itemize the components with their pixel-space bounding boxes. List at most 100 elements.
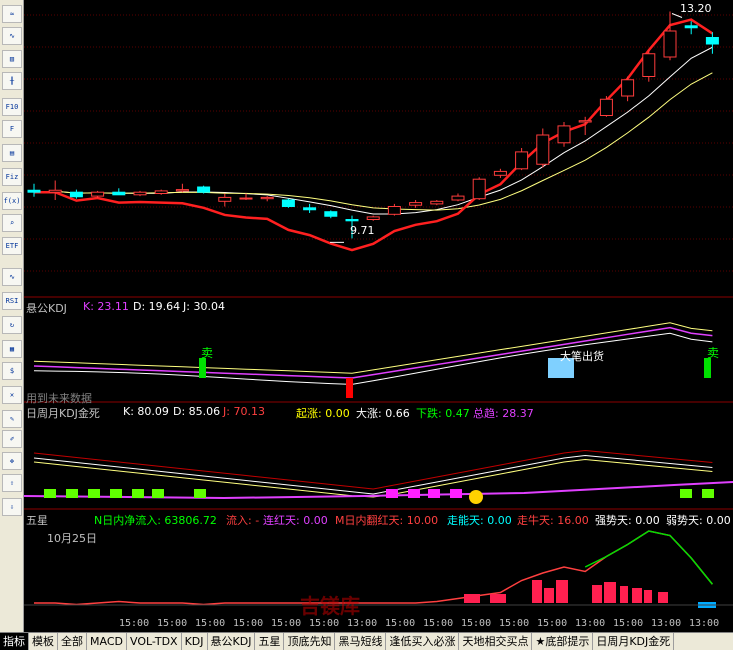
time-tick-8: 15:00 bbox=[423, 618, 453, 629]
candle-body-8 bbox=[197, 186, 211, 193]
time-tick-13: 15:00 bbox=[613, 618, 643, 629]
kdj2-green-block-3 bbox=[110, 489, 122, 498]
star-ruo-label: 弱势天: 0.00 bbox=[666, 514, 731, 527]
toolbar-chart-line-icon[interactable]: ∿ bbox=[2, 27, 22, 45]
high-price-label: 13.20 bbox=[680, 2, 712, 15]
kdj2-qz-label: 起涨: 0.00 bbox=[296, 407, 350, 420]
kdj-d-label: D: 19.64 bbox=[133, 300, 181, 313]
star-red-bar-0 bbox=[464, 594, 480, 603]
candle-body-15 bbox=[345, 219, 359, 222]
toolbar-Fiz-icon[interactable]: Fiz bbox=[2, 168, 22, 186]
toolbar-arrow-up-icon[interactable]: ⇧ bbox=[2, 474, 22, 492]
toolbar-move-icon[interactable]: ✥ bbox=[2, 452, 22, 470]
star-red-bar-7 bbox=[620, 586, 628, 603]
kdj2-green-block-7 bbox=[680, 489, 692, 498]
tab-1[interactable]: 模板 bbox=[29, 633, 58, 650]
time-tick-4: 15:00 bbox=[271, 618, 301, 629]
kdj2-title: 日周月KDJ金死 bbox=[26, 407, 100, 420]
kdj-sell-bar-1 bbox=[199, 358, 206, 378]
star-red-bar-5 bbox=[592, 585, 602, 603]
toolbar-refresh-icon[interactable]: ↻ bbox=[2, 316, 22, 334]
toolbar-chart-bars-icon[interactable]: ▥ bbox=[2, 50, 22, 68]
candle-body-1 bbox=[48, 189, 62, 193]
candle-body-16 bbox=[366, 216, 380, 220]
tab-4[interactable]: VOL-TDX bbox=[127, 633, 182, 650]
tab-9[interactable]: 黑马短线 bbox=[335, 633, 387, 650]
candle-body-17 bbox=[387, 206, 401, 215]
candle-body-22 bbox=[493, 170, 507, 176]
tab-7[interactable]: 五星 bbox=[255, 633, 285, 650]
star-red-bar-4 bbox=[556, 580, 568, 603]
kdj-d-line bbox=[33, 332, 713, 385]
candle-body-11 bbox=[260, 196, 274, 200]
kdj2-d-label: D: 85.06 bbox=[173, 405, 221, 418]
toolbar-pencil-icon[interactable]: ✐ bbox=[2, 430, 22, 448]
left-toolbar: ≈ ∿ ▥ ╫ F10 F ▤ Fiz f(x) ⌕ ETF ∿ RSI ↻ ▦ $ ✕ ✎ ✐ ✥ ⇧ ⇩ bbox=[0, 0, 24, 650]
kdj2-zq-label: 总趋: 28.37 bbox=[473, 407, 534, 420]
chart-area[interactable]: 15:00 15:00 15:00 15:00 15:00 15:00 13:00 15:00… bbox=[24, 0, 733, 632]
candle-body-30 bbox=[663, 30, 677, 58]
candle-body-9 bbox=[218, 196, 232, 202]
toolbar-F10-icon[interactable]: F10 bbox=[2, 98, 22, 116]
tab-13[interactable]: 日周月KDJ金死 bbox=[593, 633, 675, 650]
toolbar-F10-info-icon[interactable]: ▤ bbox=[2, 144, 22, 162]
toolbar-chart-curve-icon[interactable]: ≈ bbox=[2, 5, 22, 23]
kdj-bigsell-label: 大笔出货 bbox=[560, 350, 604, 363]
star-liuru-label: 流入: - bbox=[226, 514, 260, 527]
toolbar-RSI-icon[interactable]: RSI bbox=[2, 292, 22, 310]
candle-body-2 bbox=[69, 191, 83, 198]
toolbar-chart-candle-icon[interactable]: ╫ bbox=[2, 72, 22, 90]
candle-body-0 bbox=[27, 189, 41, 193]
date-label: 10月25日 bbox=[47, 532, 97, 545]
toolbar-finance-icon[interactable]: F bbox=[2, 120, 22, 138]
kdj2-dz-label: 大涨: 0.66 bbox=[356, 407, 410, 420]
toolbar-indicator-wave-icon[interactable]: ∿ bbox=[2, 268, 22, 286]
star-zouniu-label: 走牛天: 16.00 bbox=[517, 514, 589, 527]
candle-body-24 bbox=[536, 134, 550, 165]
kdj2-magenta-block-1 bbox=[408, 489, 420, 498]
kdj-sell-label-2: 卖 bbox=[707, 346, 720, 360]
toolbar-search-icon[interactable]: ⌕ bbox=[2, 214, 22, 232]
tab-8[interactable]: 顶底先知 bbox=[284, 633, 336, 650]
star-title: 五星 bbox=[26, 514, 48, 527]
kdj-sell-label-1: 卖 bbox=[201, 346, 214, 360]
toolbar-remove-icon[interactable]: ✕ bbox=[2, 386, 22, 404]
kdj2-green-block-6 bbox=[194, 489, 206, 498]
kdj2-green-block-1 bbox=[66, 489, 78, 498]
kdj-k-line bbox=[33, 326, 713, 379]
kdj2-green-block-5 bbox=[152, 489, 164, 498]
star-red-bar-10 bbox=[658, 592, 668, 603]
time-tick-11: 15:00 bbox=[537, 618, 567, 629]
time-tick-6: 13:00 bbox=[347, 618, 377, 629]
time-tick-15: 13:00 bbox=[689, 618, 719, 629]
toolbar-fx-icon[interactable]: f(x) bbox=[2, 192, 22, 210]
time-tick-9: 15:00 bbox=[461, 618, 491, 629]
kdj-title: 悬公KDJ bbox=[26, 302, 67, 315]
tab-11[interactable]: 天地相交买点 bbox=[459, 633, 533, 650]
kdj-buy-bar bbox=[346, 378, 353, 398]
tab-0[interactable]: 指标 bbox=[0, 633, 29, 650]
time-tick-3: 15:00 bbox=[233, 618, 263, 629]
toolbar-settings-icon[interactable]: ✎ bbox=[2, 410, 22, 428]
star-red-bar-8 bbox=[632, 588, 642, 603]
toolbar-calc-icon[interactable]: ▦ bbox=[2, 340, 22, 358]
toolbar-money-icon[interactable]: $ bbox=[2, 362, 22, 380]
time-tick-7: 15:00 bbox=[385, 618, 415, 629]
kdj-j-line bbox=[33, 322, 713, 374]
toolbar-ETF-icon[interactable]: ETF bbox=[2, 237, 22, 255]
candle-body-25 bbox=[557, 125, 571, 144]
tab-10[interactable]: 逢低买入必涨 bbox=[386, 633, 460, 650]
kdj2-green-block-4 bbox=[132, 489, 144, 498]
tab-12[interactable]: ★底部提示 bbox=[532, 633, 594, 650]
candle-body-26 bbox=[578, 120, 592, 123]
tab-6[interactable]: 悬公KDJ bbox=[208, 633, 256, 650]
candle-body-20 bbox=[451, 195, 465, 201]
tab-5[interactable]: KDJ bbox=[182, 633, 208, 650]
candle-body-13 bbox=[303, 207, 317, 211]
toolbar-arrow-down-icon[interactable]: ⇩ bbox=[2, 498, 22, 516]
star-mfan-label: M日内翻红天: 10.00 bbox=[335, 514, 439, 527]
tab-3[interactable]: MACD bbox=[87, 633, 127, 650]
time-tick-5: 15:00 bbox=[309, 618, 339, 629]
tab-2[interactable]: 全部 bbox=[58, 633, 87, 650]
star-red-bar-3 bbox=[544, 588, 554, 603]
